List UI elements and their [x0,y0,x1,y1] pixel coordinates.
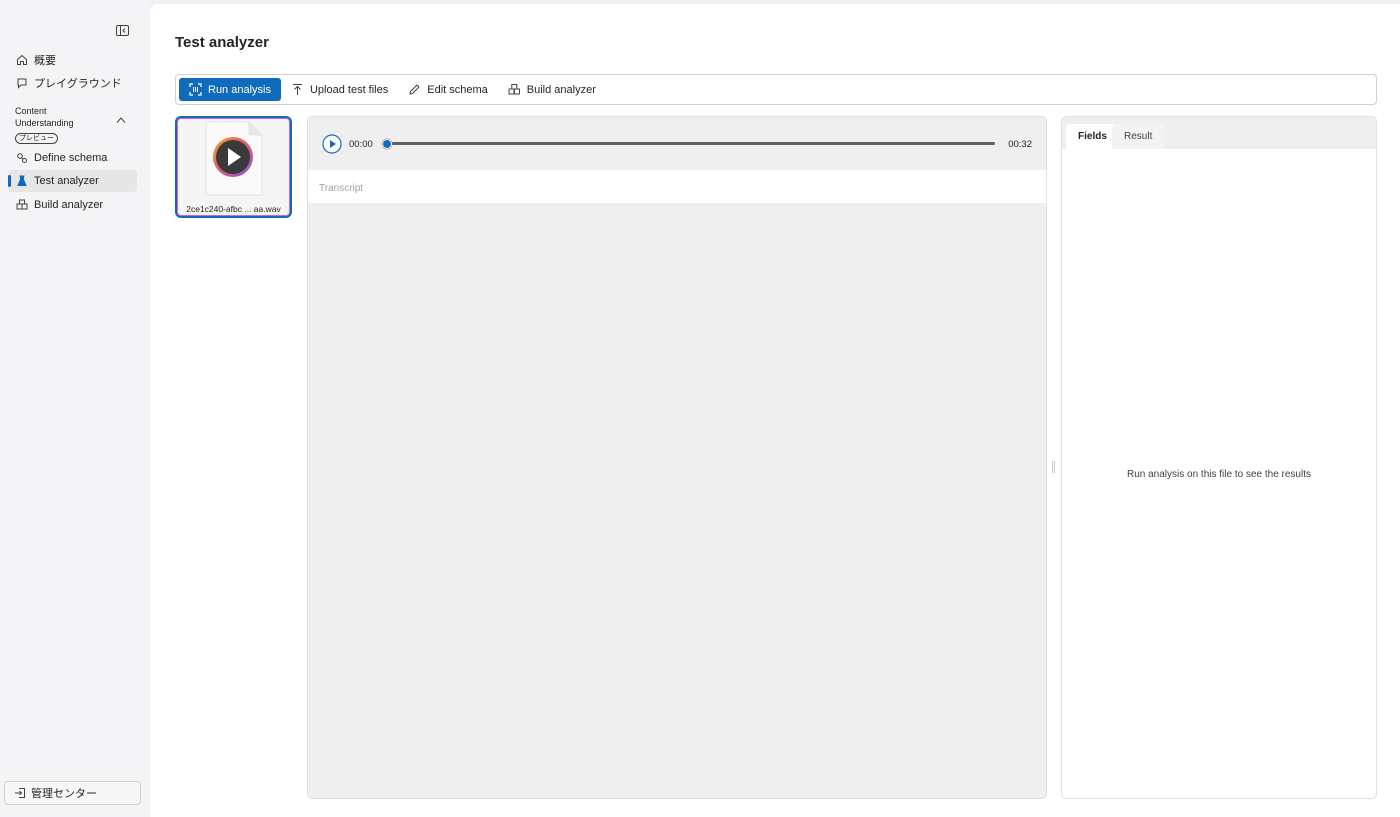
sidebar-collapse-button[interactable] [114,23,130,37]
sign-in-icon [14,787,26,799]
cubes-icon [508,83,521,96]
upload-test-files-label: Upload test files [309,83,389,96]
sidebar-item-label: Define schema [34,152,108,164]
edit-schema-button[interactable]: Edit schema [400,78,498,101]
transcript-area [308,203,1046,798]
tab-fields[interactable]: Fields [1066,124,1119,149]
sidebar: 概要 プレイグラウンド Content Understanding プレビュー … [0,0,150,817]
sidebar-item-test-analyzer[interactable]: Test analyzer [8,170,137,192]
play-button[interactable] [322,134,342,154]
build-analyzer-button[interactable]: Build analyzer [500,78,606,101]
audio-controls: 00:00 00:32 [308,117,1046,170]
sidebar-item-build-analyzer[interactable]: Build analyzer [8,194,137,216]
audio-file-icon [205,121,263,196]
toolbar: Run analysis Upload test files Edit sche… [175,74,1377,105]
results-panel: Fields Result Run analysis on this file … [1061,116,1377,799]
pencil-icon [408,83,421,96]
home-icon [16,54,28,66]
chevron-up-icon[interactable] [116,116,126,124]
preview-badge: プレビュー [15,133,58,144]
seek-slider-handle[interactable] [382,138,392,149]
schema-icon [16,152,28,164]
transcript-label: Transcript [319,183,364,194]
scan-icon [189,83,202,96]
empty-results-message: Run analysis on this file to see the res… [1127,469,1311,480]
panel-resize-handle[interactable] [1052,461,1055,473]
sidebar-item-label: Test analyzer [34,175,99,187]
sidebar-item-label: プレイグラウンド [34,78,122,90]
upload-test-files-button[interactable]: Upload test files [283,78,398,101]
tab-result[interactable]: Result [1112,124,1165,149]
sidebar-item-playground[interactable]: プレイグラウンド [8,72,137,94]
admin-center-label: 管理センター [31,788,97,800]
group-title: Content Understanding [15,106,74,128]
sidebar-item-label: Build analyzer [34,199,104,211]
sidebar-item-overview[interactable]: 概要 [8,49,137,71]
beaker-icon [16,175,28,187]
file-name-label: 2ce1c240-afbc ... aa.wav [186,204,281,214]
run-analysis-button[interactable]: Run analysis [179,78,281,101]
upload-icon [291,83,304,96]
duration: 00:32 [1008,139,1032,150]
sidebar-item-define-schema[interactable]: Define schema [8,147,137,169]
seek-slider[interactable] [382,138,995,149]
results-tabs: Fields Result [1062,117,1376,149]
page-title: Test analyzer [175,34,269,51]
file-thumbnail[interactable]: 2ce1c240-afbc ... aa.wav [175,116,292,218]
panel-collapse-icon [115,24,129,36]
current-time: 00:00 [349,139,373,150]
run-analysis-label: Run analysis [208,83,271,96]
admin-center-button[interactable]: 管理センター [4,781,141,805]
transcript-header: Transcript [308,170,1046,203]
edit-schema-label: Edit schema [427,83,488,96]
audio-player-panel: 00:00 00:32 Transcript [307,116,1047,799]
chat-icon [16,77,28,89]
sidebar-item-label: 概要 [34,55,56,67]
build-analyzer-label: Build analyzer [526,83,596,96]
main-panel: Test analyzer Run analysis Upload test f… [150,4,1400,817]
content-understanding-group[interactable]: Content Understanding プレビュー [15,105,135,144]
cubes-icon [16,199,28,211]
